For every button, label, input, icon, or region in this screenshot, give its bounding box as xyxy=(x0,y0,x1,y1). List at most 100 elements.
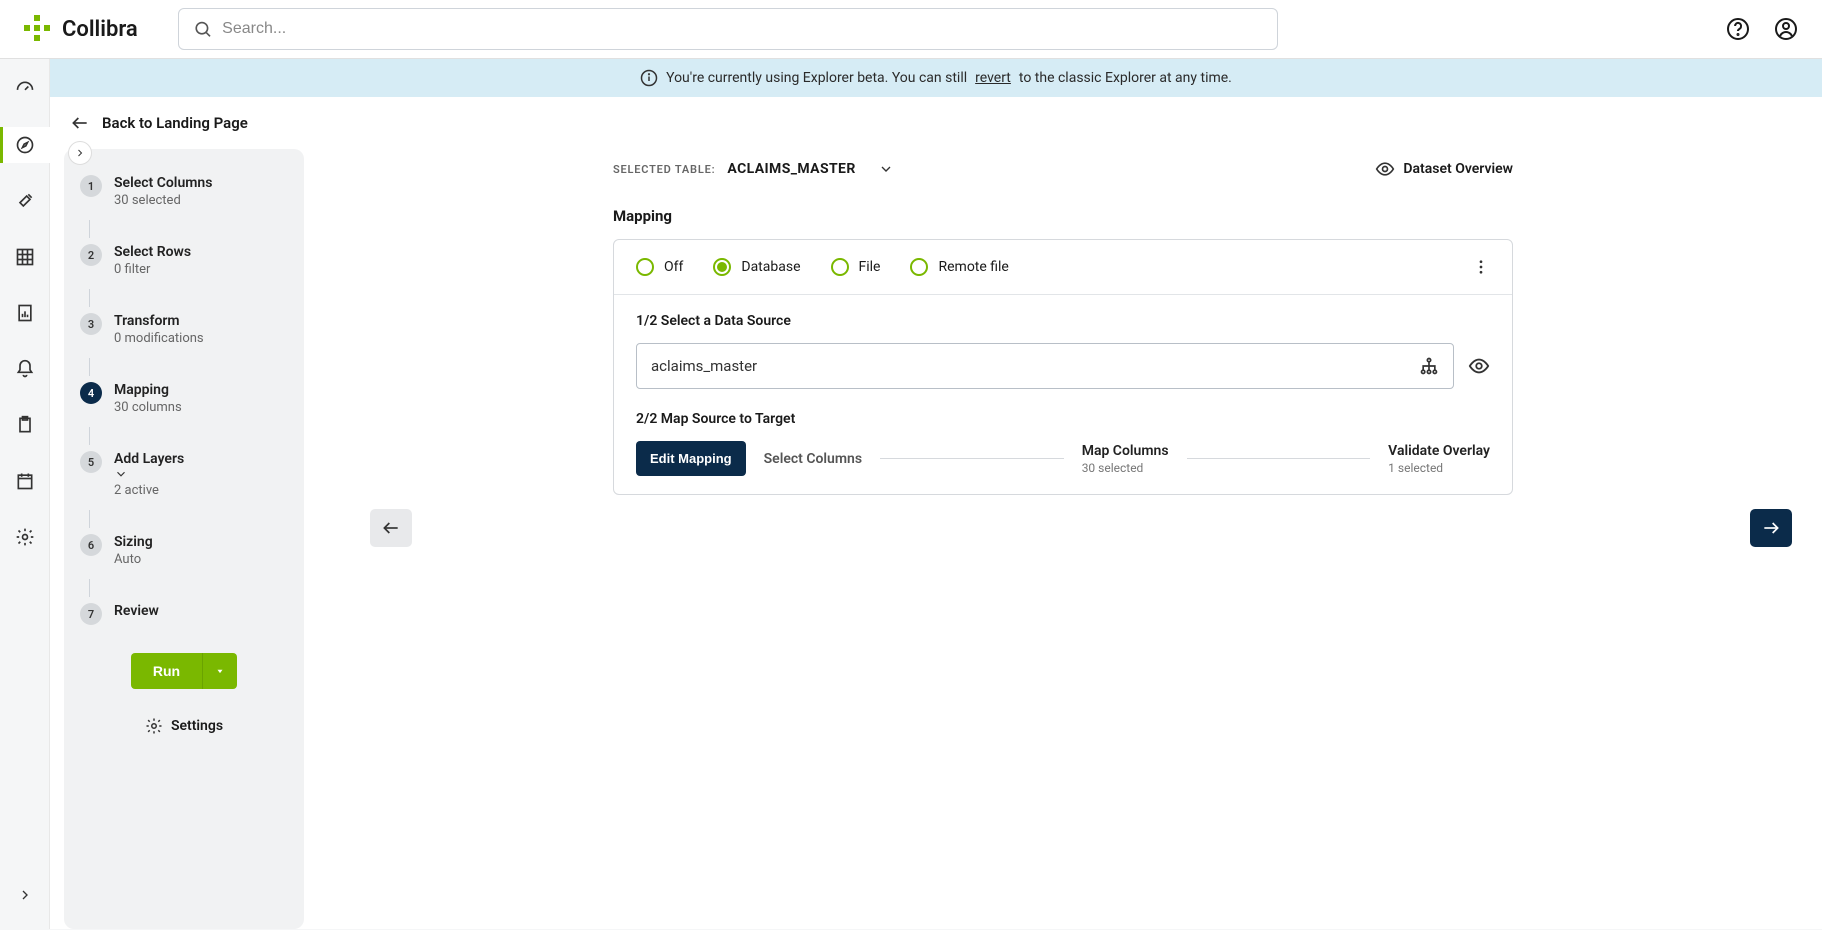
next-step-button[interactable] xyxy=(1750,509,1792,547)
radio-remote-file[interactable]: Remote file xyxy=(910,258,1008,276)
help-icon[interactable] xyxy=(1726,17,1750,41)
data-source-input[interactable]: aclaims_master xyxy=(636,343,1454,389)
rail-grid[interactable] xyxy=(0,239,50,275)
banner-text-after: to the classic Explorer at any time. xyxy=(1019,70,1232,86)
rail-expand[interactable] xyxy=(0,877,50,913)
step-number: 2 xyxy=(80,244,102,266)
select-data-source-label: 1/2 Select a Data Source xyxy=(636,313,1490,329)
back-link-label: Back to Landing Page xyxy=(102,114,248,132)
wizard-step-5[interactable]: 5Add Layers2 active xyxy=(78,445,290,504)
gear-icon xyxy=(145,717,163,735)
compass-icon xyxy=(15,135,35,155)
back-link[interactable]: Back to Landing Page xyxy=(50,97,1822,149)
step-title: Sizing xyxy=(114,534,153,550)
arrow-right-icon xyxy=(1761,518,1781,538)
edit-mapping-button[interactable]: Edit Mapping xyxy=(636,441,746,476)
rail-tools[interactable] xyxy=(0,183,50,219)
step-number: 1 xyxy=(80,175,102,197)
settings-link[interactable]: Settings xyxy=(78,717,290,735)
map-seg-map-columns: Map Columns 30 selected xyxy=(1082,443,1169,475)
rail-dashboard[interactable] xyxy=(0,71,50,107)
chevron-down-icon[interactable] xyxy=(878,161,894,177)
top-bar: Collibra xyxy=(0,0,1822,59)
prev-step-button[interactable] xyxy=(370,509,412,547)
arrow-left-icon xyxy=(381,518,401,538)
wizard-step-6[interactable]: 6SizingAuto xyxy=(78,528,290,573)
sitemap-icon xyxy=(1419,356,1439,376)
progress-line xyxy=(1187,458,1371,459)
dataset-overview-link[interactable]: Dataset Overview xyxy=(1375,159,1513,179)
main-area: You're currently using Explorer beta. Yo… xyxy=(50,59,1822,929)
brand-logo[interactable]: Collibra xyxy=(24,15,138,43)
radio-file[interactable]: File xyxy=(831,258,881,276)
top-actions xyxy=(1726,17,1798,41)
steps-collapse-toggle[interactable] xyxy=(68,141,92,165)
step-title: Transform xyxy=(114,313,204,329)
user-icon[interactable] xyxy=(1774,17,1798,41)
step-title: Select Rows xyxy=(114,244,191,260)
map-progress-bar: Edit Mapping Select Columns Map Columns … xyxy=(636,441,1490,476)
rail-clipboard[interactable] xyxy=(0,407,50,443)
rail-calendar[interactable] xyxy=(0,463,50,499)
wizard-step-4[interactable]: 4Mapping30 columns xyxy=(78,376,290,421)
step-title: Select Columns xyxy=(114,175,212,191)
radio-label: File xyxy=(859,259,881,275)
map-seg-validate-overlay: Validate Overlay 1 selected xyxy=(1388,443,1490,475)
radio-off[interactable]: Off xyxy=(636,258,683,276)
info-icon xyxy=(640,69,658,87)
source-type-radio-group: Off Database File Remote file xyxy=(636,258,1472,276)
run-button-group: Run xyxy=(131,653,237,689)
clipboard-icon xyxy=(15,415,35,435)
card-menu-button[interactable] xyxy=(1472,258,1490,276)
step-subtitle: 30 columns xyxy=(114,400,182,415)
step-connector xyxy=(89,579,90,597)
wizard-step-7[interactable]: 7Review xyxy=(78,597,290,631)
wizard-step-2[interactable]: 2Select Rows0 filter xyxy=(78,238,290,283)
document-icon xyxy=(15,303,35,323)
selected-table-label: SELECTED TABLE: xyxy=(613,163,715,176)
mapping-card-body: 1/2 Select a Data Source aclaims_master … xyxy=(614,295,1512,494)
banner-revert-link[interactable]: revert xyxy=(975,70,1011,86)
dataset-overview-label: Dataset Overview xyxy=(1403,161,1513,177)
map-seg-select-columns: Select Columns xyxy=(764,451,862,467)
step-number: 5 xyxy=(80,451,102,473)
mapping-section-header: Mapping xyxy=(613,207,1513,225)
step-connector xyxy=(89,358,90,376)
wizard-step-1[interactable]: 1Select Columns30 selected xyxy=(78,169,290,214)
run-button[interactable]: Run xyxy=(131,653,202,689)
collibra-icon xyxy=(24,15,52,43)
rail-alerts[interactable] xyxy=(0,351,50,387)
step-title: Mapping xyxy=(114,382,182,398)
step-connector xyxy=(89,220,90,238)
beta-banner: You're currently using Explorer beta. Yo… xyxy=(50,59,1822,97)
search-input[interactable] xyxy=(222,20,1263,38)
kebab-icon xyxy=(1472,258,1490,276)
search-box[interactable] xyxy=(178,8,1278,50)
radio-database[interactable]: Database xyxy=(713,258,800,276)
eye-icon xyxy=(1468,355,1490,377)
grid-icon xyxy=(15,247,35,267)
rail-settings[interactable] xyxy=(0,519,50,555)
preview-button[interactable] xyxy=(1468,355,1490,377)
search-icon xyxy=(193,19,212,39)
step-subtitle: Auto xyxy=(114,552,153,567)
calendar-icon xyxy=(15,471,35,491)
steps-panel: 1Select Columns30 selected2Select Rows0 … xyxy=(64,149,304,929)
mapping-card-header: Off Database File Remote file xyxy=(614,240,1512,295)
rail-report[interactable] xyxy=(0,295,50,331)
eye-icon xyxy=(1375,159,1395,179)
radio-label: Off xyxy=(664,259,683,275)
radio-label: Remote file xyxy=(938,259,1008,275)
caret-down-icon xyxy=(215,666,225,676)
rail-explorer[interactable] xyxy=(0,127,50,163)
radio-indicator xyxy=(636,258,654,276)
step-connector xyxy=(89,510,90,528)
step-title: Review xyxy=(114,603,159,619)
banner-text-before: You're currently using Explorer beta. Yo… xyxy=(666,70,967,86)
arrow-left-icon xyxy=(70,113,90,133)
run-dropdown-button[interactable] xyxy=(202,653,237,689)
selected-table-value: ACLAIMS_MASTER xyxy=(727,161,855,177)
progress-line xyxy=(880,458,1064,459)
settings-label: Settings xyxy=(171,718,223,734)
wizard-step-3[interactable]: 3Transform0 modifications xyxy=(78,307,290,352)
